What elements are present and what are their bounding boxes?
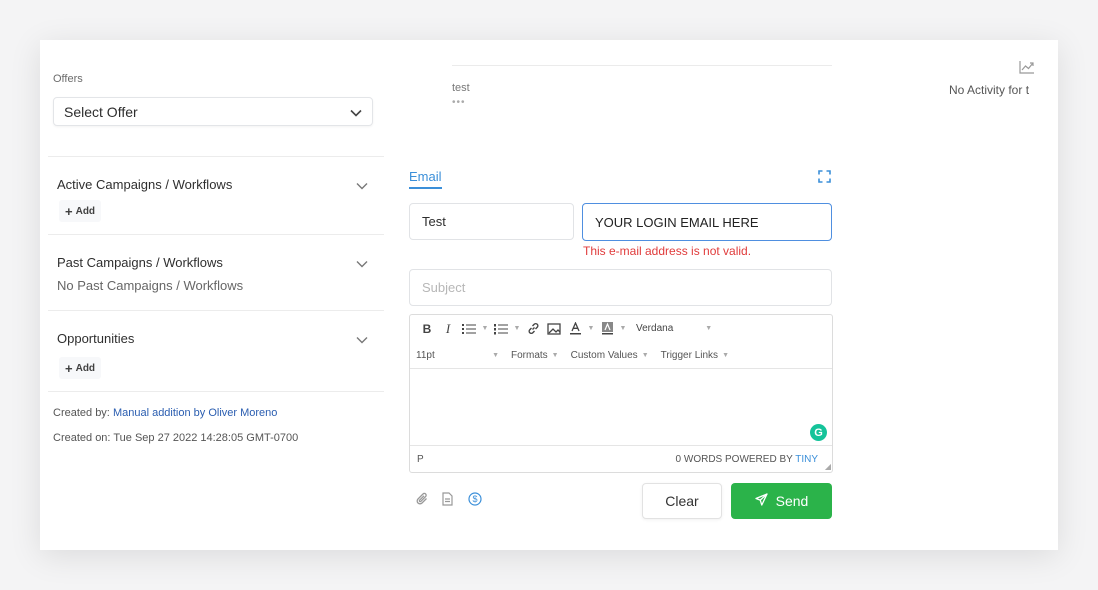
active-campaigns-title[interactable]: Active Campaigns / Workflows (57, 177, 232, 192)
grammarly-icon[interactable]: G (810, 424, 827, 441)
select-offer-dropdown[interactable]: Select Offer (53, 97, 373, 126)
trigger-links-label: Trigger Links (660, 349, 719, 361)
italic-button[interactable]: I (439, 320, 457, 338)
subject-input[interactable]: Subject (409, 269, 832, 306)
caret-down-icon: ▼ (722, 351, 729, 359)
caret-down-icon[interactable]: ▼ (587, 320, 595, 338)
to-email-value: YOUR LOGIN EMAIL HERE (595, 214, 759, 230)
word-count-text: 0 WORDS POWERED BY (675, 454, 793, 465)
paperclip-icon[interactable] (416, 492, 430, 506)
editor-toolbar-secondary: 11pt ▼ Formats ▼ Custom Values ▼ Trigger… (410, 342, 832, 368)
more-options-icon[interactable]: ••• (452, 97, 466, 108)
font-family-value: Verdana (636, 323, 674, 334)
expand-icon[interactable] (818, 170, 831, 183)
font-family-select[interactable]: Verdana ▼ (630, 319, 718, 339)
resize-handle-icon[interactable]: ◢ (825, 462, 831, 471)
no-activity-text: No Activity for t (949, 83, 1030, 97)
composer-attachments: $ (416, 492, 482, 506)
select-offer-value: Select Offer (64, 103, 138, 120)
add-opportunity-button[interactable]: + Add (59, 357, 102, 379)
trigger-links-dropdown[interactable]: Trigger Links ▼ (655, 345, 735, 365)
editor-body[interactable]: G (410, 368, 832, 446)
caret-down-icon: ▼ (641, 351, 649, 359)
offers-label: Offers (53, 73, 83, 85)
send-label: Send (775, 493, 809, 509)
plus-icon: + (65, 203, 73, 219)
svg-text:$: $ (472, 494, 477, 504)
subject-placeholder: Subject (422, 280, 466, 295)
past-campaigns-title[interactable]: Past Campaigns / Workflows (57, 255, 223, 270)
chevron-down-icon[interactable] (356, 255, 368, 273)
add-opportunity-label: Add (75, 362, 96, 374)
to-email-field[interactable]: YOUR LOGIN EMAIL HERE (582, 203, 832, 241)
element-path: P (417, 454, 424, 465)
bullet-list-icon[interactable] (460, 320, 478, 338)
send-icon (754, 493, 768, 509)
message-preview: test (452, 82, 470, 94)
conversation-divider (452, 65, 832, 66)
dollar-icon[interactable]: $ (468, 492, 482, 506)
rich-text-editor: B I ▼ ▼ ▼ ▼ Verdana ▼ 11pt ▼ Formats ▼ C… (409, 314, 833, 473)
caret-down-icon[interactable]: ▼ (481, 320, 489, 338)
bold-button[interactable]: B (418, 320, 436, 338)
chevron-down-icon[interactable] (356, 331, 368, 349)
numbered-list-icon[interactable] (492, 320, 510, 338)
created-by-link[interactable]: Manual addition by Oliver Moreno (113, 407, 277, 419)
font-size-value: 11pt (416, 349, 435, 361)
from-name-field[interactable]: Test (409, 203, 574, 240)
caret-down-icon: ▼ (551, 351, 559, 359)
formats-dropdown[interactable]: Formats ▼ (505, 345, 565, 365)
clear-button[interactable]: Clear (642, 483, 722, 519)
word-count: 0 WORDS POWERED BY TINY (676, 454, 818, 465)
formats-label: Formats (511, 349, 548, 361)
add-campaign-button[interactable]: + Add (59, 200, 102, 222)
chart-icon (1019, 60, 1035, 74)
no-past-campaigns-text: No Past Campaigns / Workflows (57, 278, 244, 293)
custom-values-label: Custom Values (570, 349, 638, 361)
from-name-value: Test (422, 214, 446, 229)
email-error-message: This e-mail address is not valid. (583, 244, 752, 258)
send-button[interactable]: Send (731, 483, 832, 519)
chevron-down-icon (350, 104, 362, 120)
plus-icon: + (65, 360, 73, 376)
add-campaign-label: Add (75, 205, 96, 217)
created-on-line: Created on: Tue Sep 27 2022 14:28:05 GMT… (53, 432, 299, 444)
background-color-icon[interactable] (598, 320, 616, 338)
tab-email[interactable]: Email (409, 169, 442, 189)
chevron-down-icon[interactable] (356, 177, 368, 195)
text-color-icon[interactable] (566, 320, 584, 338)
caret-down-icon: ▼ (705, 325, 713, 332)
link-icon[interactable] (524, 320, 542, 338)
contact-detail-panel: Offers Select Offer Active Campaigns / W… (40, 40, 1058, 550)
custom-values-dropdown[interactable]: Custom Values ▼ (565, 345, 655, 365)
active-campaigns-section: Active Campaigns / Workflows + Add (48, 156, 384, 234)
opportunities-title[interactable]: Opportunities (57, 331, 134, 346)
font-size-select[interactable]: 11pt ▼ (410, 345, 505, 365)
created-by-line: Created by: Manual addition by Oliver Mo… (53, 407, 277, 419)
left-sidebar: Offers Select Offer Active Campaigns / W… (40, 40, 385, 550)
tiny-link[interactable]: TINY (795, 454, 818, 465)
opportunities-section: Opportunities + Add (48, 310, 384, 392)
document-icon[interactable] (442, 492, 456, 506)
created-by-label: Created by: (53, 407, 110, 419)
caret-down-icon: ▼ (492, 351, 499, 359)
caret-down-icon[interactable]: ▼ (619, 320, 627, 338)
past-campaigns-section: Past Campaigns / Workflows No Past Campa… (48, 234, 384, 310)
editor-toolbar-primary: B I ▼ ▼ ▼ ▼ Verdana ▼ (410, 315, 832, 342)
caret-down-icon[interactable]: ▼ (513, 320, 521, 338)
image-icon[interactable] (545, 320, 563, 338)
